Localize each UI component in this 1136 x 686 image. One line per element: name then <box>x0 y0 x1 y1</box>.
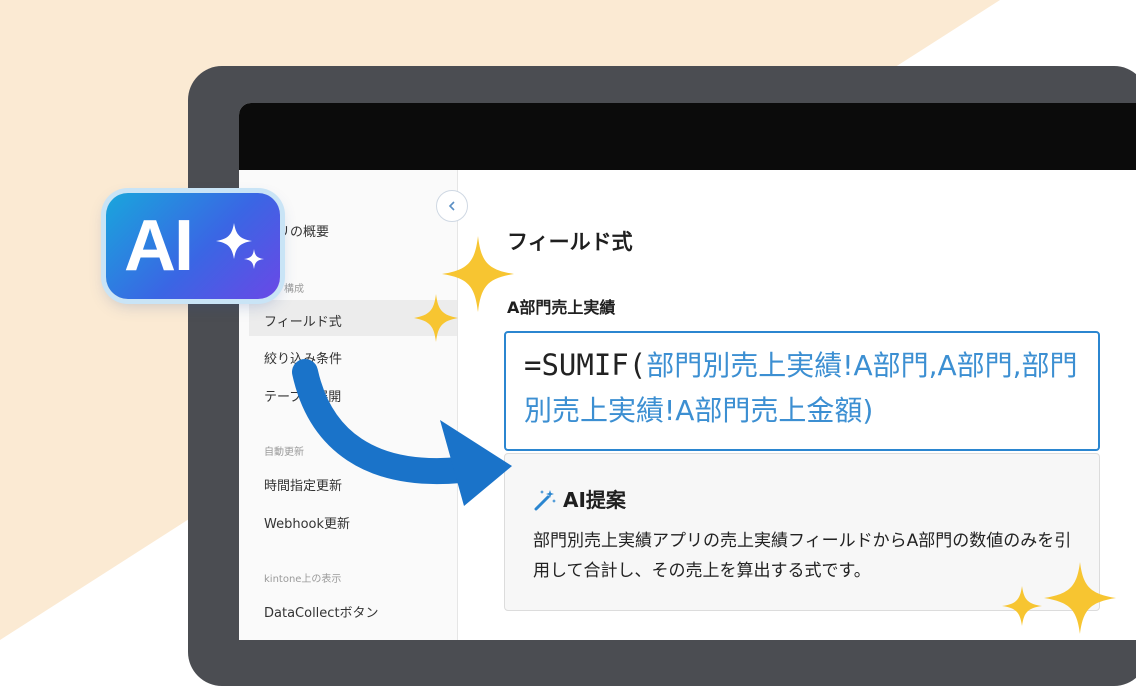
decoration-overlay <box>292 236 1116 634</box>
curved-arrow-icon <box>292 359 512 506</box>
sparkle-cluster-top <box>414 236 514 342</box>
sparkle-cluster-bottom <box>1002 562 1116 634</box>
